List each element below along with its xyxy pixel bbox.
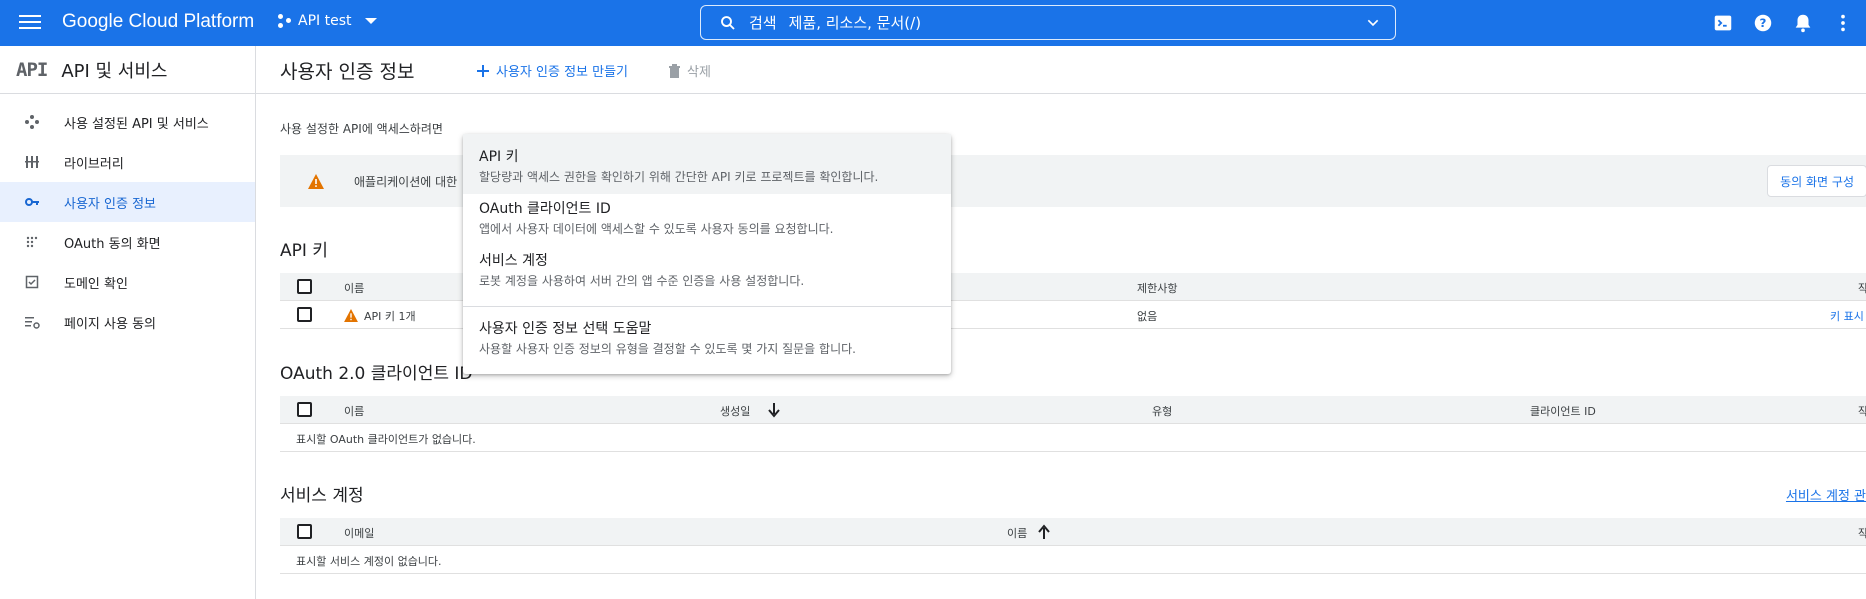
- page-title: 사용자 인증 정보: [280, 61, 415, 83]
- project-icon: [278, 14, 292, 28]
- search-bar[interactable]: 검색 제품, 리소스, 문서(/): [700, 5, 1396, 40]
- create-credentials-menu: API 키 할당량과 액세스 권한을 확인하기 위해 간단한 API 키로 프로…: [463, 134, 951, 374]
- sidebar-item-library[interactable]: 라이브러리: [0, 142, 255, 182]
- sidebar-item-label: 도메인 확인: [64, 276, 128, 292]
- brand-title[interactable]: Google Cloud Platform: [62, 11, 254, 33]
- menu-item-help-me-choose[interactable]: 사용자 인증 정보 선택 도움말 사용할 사용자 인증 정보의 유형을 결정할 …: [463, 314, 951, 370]
- library-icon: [25, 156, 39, 168]
- search-input[interactable]: 제품, 리소스, 문서(/): [789, 12, 921, 33]
- intro-text: 사용 설정한 API에 액세스하려면: [280, 122, 443, 136]
- project-name: API test: [298, 13, 352, 29]
- warning-icon: [308, 173, 324, 189]
- select-all-checkbox[interactable]: [297, 524, 312, 539]
- banner-text: 애플리케이션에 대한: [354, 174, 458, 189]
- sidebar-item-label: 페이지 사용 동의: [64, 316, 156, 332]
- sidebar-item-label: 라이브러리: [64, 156, 124, 172]
- sidebar-item-label: 사용 설정된 API 및 서비스: [64, 116, 209, 132]
- row-checkbox[interactable]: [297, 307, 312, 322]
- more-vert-icon[interactable]: [1832, 12, 1854, 34]
- sidenav-header: API API 및 서비스: [0, 46, 255, 94]
- settings-list-icon: [25, 317, 40, 329]
- trash-icon: [669, 63, 680, 78]
- column-header-actions: 작: [1858, 405, 1866, 418]
- empty-row: 표시할 OAuth 클라이언트가 없습니다.: [280, 424, 1866, 452]
- configure-consent-button[interactable]: 동의 화면 구성: [1767, 165, 1866, 197]
- menu-item-title: API 키: [479, 149, 519, 165]
- menu-item-title: 사용자 인증 정보 선택 도움말: [479, 321, 652, 337]
- manage-service-accounts-link[interactable]: 서비스 계정 관: [1786, 485, 1866, 504]
- sidebar-item-oauth-consent[interactable]: OAuth 동의 화면: [0, 222, 255, 262]
- column-header-client-id: 클라이언트 ID: [1530, 405, 1596, 418]
- menu-item-description: 앱에서 사용자 데이터에 액세스할 수 있도록 사용자 동의를 요청합니다.: [479, 222, 834, 236]
- menu-item-description: 할당량과 액세스 권한을 확인하기 위해 간단한 API 키로 프로젝트를 확인…: [479, 170, 879, 184]
- search-label: 검색: [749, 14, 777, 32]
- select-all-checkbox[interactable]: [297, 279, 312, 294]
- column-header-created[interactable]: 생성일: [720, 403, 750, 419]
- oauth-table-header: 이름 생성일 유형 클라이언트 ID 작: [280, 396, 1866, 424]
- empty-row: 표시할 서비스 계정이 없습니다.: [280, 546, 1866, 574]
- project-selector[interactable]: API test: [278, 13, 378, 29]
- column-header-email[interactable]: 이메일: [344, 525, 374, 541]
- api-keys-title: API 키: [280, 241, 328, 261]
- menu-icon[interactable]: [19, 12, 41, 34]
- search-icon: [721, 15, 735, 30]
- api-logo: API: [16, 58, 48, 81]
- main-content: 사용자 인증 정보 사용자 인증 정보 만들기 삭제 사용 설정한 API에 액…: [256, 46, 1866, 599]
- menu-item-description: 사용할 사용자 인증 정보의 유형을 결정할 수 있도록 몇 가지 질문을 합니…: [479, 342, 856, 356]
- arrow-up-icon[interactable]: [1037, 524, 1051, 540]
- empty-message: 표시할 서비스 계정이 없습니다.: [296, 555, 442, 568]
- dots-grid-icon: [26, 236, 38, 248]
- column-header-restrictions: 제한사항: [1137, 282, 1178, 295]
- delete-label: 삭제: [687, 65, 711, 80]
- sidebar-item-domain-verification[interactable]: 도메인 확인: [0, 262, 255, 302]
- column-header-type: 유형: [1152, 405, 1173, 418]
- show-key-link[interactable]: 키 표시: [1830, 308, 1864, 324]
- cloud-shell-icon[interactable]: [1712, 12, 1734, 34]
- warning-icon: [344, 309, 358, 322]
- api-key-restrictions: 없음: [1137, 310, 1158, 323]
- page-header: 사용자 인증 정보 사용자 인증 정보 만들기 삭제: [256, 46, 1866, 94]
- arrow-down-icon[interactable]: [767, 402, 781, 418]
- svg-text:?: ?: [1760, 16, 1767, 30]
- side-navigation: API API 및 서비스 사용 설정된 API 및 서비스 라이브러리 사용자…: [0, 46, 256, 599]
- create-credentials-button[interactable]: 사용자 인증 정보 만들기: [476, 61, 628, 80]
- plus-icon: [477, 64, 489, 77]
- column-header-actions: 작: [1858, 527, 1866, 540]
- api-key-name[interactable]: API 키 1개: [364, 308, 416, 324]
- menu-item-service-account[interactable]: 서비스 계정 로봇 계정을 사용하여 서버 간의 앱 수준 인증을 사용 설정합…: [463, 246, 951, 302]
- select-all-checkbox[interactable]: [297, 402, 312, 417]
- top-app-bar: Google Cloud Platform API test 검색 제품, 리소…: [0, 0, 1866, 46]
- sidebar-item-credentials[interactable]: 사용자 인증 정보: [0, 182, 255, 222]
- chevron-down-icon: [365, 18, 378, 24]
- oauth-title: OAuth 2.0 클라이언트 ID: [280, 364, 473, 384]
- column-header-name[interactable]: 이름: [344, 280, 364, 296]
- menu-item-api-key[interactable]: API 키 할당량과 액세스 권한을 확인하기 위해 간단한 API 키로 프로…: [463, 134, 951, 194]
- menu-item-oauth-client-id[interactable]: OAuth 클라이언트 ID 앱에서 사용자 데이터에 액세스할 수 있도록 사…: [463, 194, 951, 246]
- checkbox-icon: [25, 275, 39, 289]
- menu-item-title: 서비스 계정: [479, 253, 548, 269]
- sidebar-item-label: OAuth 동의 화면: [64, 236, 161, 252]
- menu-item-description: 로봇 계정을 사용하여 서버 간의 앱 수준 인증을 사용 설정합니다.: [479, 274, 805, 288]
- chevron-down-icon[interactable]: [1365, 15, 1381, 31]
- sidebar-item-enabled-apis[interactable]: 사용 설정된 API 및 서비스: [0, 102, 255, 142]
- empty-message: 표시할 OAuth 클라이언트가 없습니다.: [296, 433, 476, 446]
- service-accounts-title: 서비스 계정: [280, 486, 364, 506]
- notifications-icon[interactable]: [1792, 12, 1814, 34]
- key-icon: [25, 198, 39, 206]
- sidebar-item-page-usage-agreement[interactable]: 페이지 사용 동의: [0, 302, 255, 342]
- service-accounts-table-header: 이메일 이름 작: [280, 518, 1866, 546]
- help-icon[interactable]: ?: [1752, 12, 1774, 34]
- delete-button[interactable]: 삭제: [668, 61, 711, 80]
- sidebar-item-label: 사용자 인증 정보: [64, 196, 156, 212]
- api-diamond-icon: [25, 115, 39, 129]
- sidenav-title: API 및 서비스: [61, 60, 168, 82]
- column-header-actions: 작: [1858, 282, 1866, 295]
- column-header-name[interactable]: 이름: [344, 403, 364, 419]
- menu-item-title: OAuth 클라이언트 ID: [479, 201, 611, 217]
- column-header-name[interactable]: 이름: [1007, 525, 1027, 541]
- create-credentials-label: 사용자 인증 정보 만들기: [496, 65, 628, 80]
- menu-divider: [463, 306, 951, 307]
